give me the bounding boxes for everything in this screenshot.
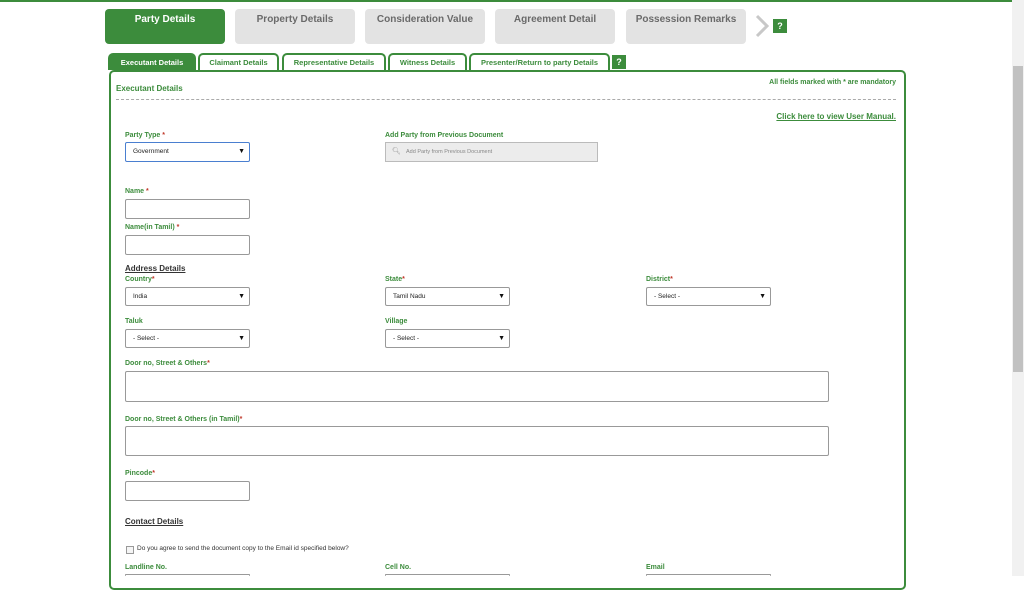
name-tamil-label: Name(in Tamil) * [125,224,180,231]
chevron-down-icon: ▼ [238,148,245,155]
taluk-label: Taluk [125,318,143,325]
landline-label: Landline No. [125,564,167,571]
pincode-label: Pincode* [125,470,155,477]
state-label: State* [385,276,405,283]
name-tamil-input[interactable] [125,235,250,255]
chevron-down-icon: ▼ [238,335,245,342]
chevron-down-icon: ▼ [759,293,766,300]
name-input[interactable] [125,199,250,219]
country-select[interactable]: India ▼ [125,287,250,306]
scrollbar-thumb[interactable] [1013,66,1023,372]
tab-possession-remarks[interactable]: Possession Remarks [626,9,746,44]
tab-property-details[interactable]: Property Details [235,9,355,44]
email-consent-checkbox[interactable] [126,546,134,554]
section-title: Executant Details [116,84,183,93]
party-type-label: Party Type * [125,132,165,139]
email-consent-label: Do you agree to send the document copy t… [137,545,349,552]
mandatory-note: All fields marked with * are mandatory [769,79,896,86]
subtab-witness-details[interactable]: Witness Details [388,53,467,70]
country-label: Country* [125,276,155,283]
village-label: Village [385,318,408,325]
subtab-claimant-details[interactable]: Claimant Details [198,53,279,70]
chevron-down-icon: ▼ [238,293,245,300]
door-label: Door no, Street & Others* [125,360,210,367]
party-type-select[interactable]: Government ▼ [125,142,250,162]
village-select[interactable]: - Select - ▼ [385,329,510,348]
chevron-down-icon: ▼ [498,293,505,300]
subtab-presenter-details[interactable]: Presenter/Return to party Details [469,53,610,70]
taluk-select[interactable]: - Select - ▼ [125,329,250,348]
tab-consideration-value[interactable]: Consideration Value [365,9,485,44]
door-tamil-textarea[interactable] [125,426,829,456]
email-label: Email [646,564,665,571]
help-icon[interactable]: ? [773,19,787,33]
add-party-label: Add Party from Previous Document [385,132,504,139]
subtab-executant-details[interactable]: Executant Details [108,53,196,70]
add-party-search[interactable]: 🔍︎ Add Party from Previous Document [385,142,598,162]
chevron-right-icon[interactable] [754,14,772,38]
subtab-representative-details[interactable]: Representative Details [282,53,386,70]
cell-label: Cell No. [385,564,412,571]
pincode-input[interactable] [125,481,250,501]
name-label: Name * [125,188,149,195]
top-accent-line [0,0,1024,2]
district-label: District* [646,276,673,283]
contact-heading: Contact Details [125,517,184,526]
tab-party-details[interactable]: Party Details [105,9,225,44]
subtab-help-icon[interactable]: ? [612,55,626,69]
door-tamil-label: Door no, Street & Others (in Tamil)* [125,416,243,423]
address-heading: Address Details [125,264,186,273]
chevron-down-icon: ▼ [498,335,505,342]
district-select[interactable]: - Select - ▼ [646,287,771,306]
door-textarea[interactable] [125,371,829,402]
section-divider [116,99,896,100]
tab-agreement-detail[interactable]: Agreement Detail [495,9,615,44]
user-manual-link[interactable]: Click here to view User Manual. [776,112,896,121]
search-icon: 🔍︎ [392,148,401,155]
state-select[interactable]: Tamil Nadu ▼ [385,287,510,306]
